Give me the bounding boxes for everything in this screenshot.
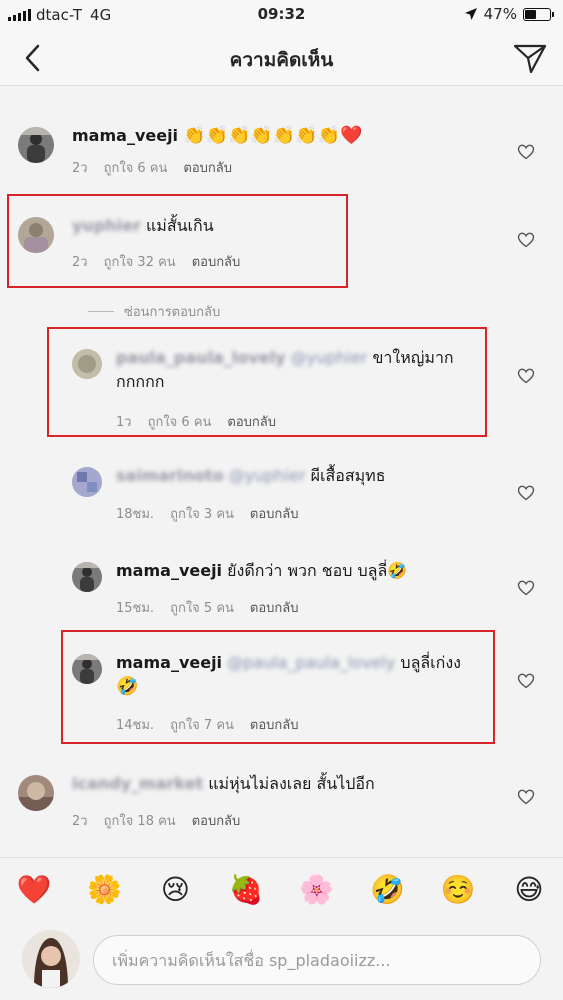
battery-icon (523, 7, 554, 21)
emoji-crying-button[interactable]: 😢 (155, 870, 195, 910)
comments-list[interactable]: mama_veeji 👏👏👏👏👏👏👏❤️ 2ว ถูกใจ 6 คน ตอบกล… (0, 87, 563, 857)
comment-item: icandy_market แม่หุ่นไม่ลงเลย สั้นไปอีก … (0, 757, 563, 857)
comment-meta: 15ชม. ถูกใจ 5 คน ตอบกลับ (116, 597, 299, 618)
comment-body: ผีเสื้อสมุทธ (310, 466, 386, 485)
avatar[interactable] (18, 775, 54, 811)
comment-likes[interactable]: ถูกใจ 18 คน (104, 810, 176, 831)
reply-item: mama_veeji ยังดีกว่า พวก ชอบ บลูลี่🤣 15ช… (0, 544, 563, 634)
reply-button[interactable]: ตอบกลับ (192, 810, 241, 831)
comment-text: mama_veeji 👏👏👏👏👏👏👏❤️ (72, 124, 362, 148)
emoji-blossom-button[interactable]: 🌸 (297, 870, 337, 910)
reply-item: saimarinoto @yuphier ผีเสื้อสมุทธ 18ชม. … (0, 449, 563, 544)
emoji-heart-button[interactable]: ❤️ (14, 870, 54, 910)
quick-emoji-bar: ❤️ 🌼 😢 🍓 🌸 🤣 ☺️ 😅 (14, 870, 549, 910)
mention-link[interactable]: @yuphier (229, 466, 306, 485)
page-title: ความคิดเห็น (229, 49, 334, 71)
comment-likes[interactable]: ถูกใจ 5 คน (170, 597, 234, 618)
heart-icon[interactable] (517, 367, 535, 385)
comment-time: 18ชม. (116, 507, 155, 522)
comment-time: 2ว (72, 161, 88, 176)
comment-likes[interactable]: ถูกใจ 6 คน (104, 157, 168, 178)
heart-icon[interactable] (517, 231, 535, 249)
battery-fill (525, 9, 537, 19)
comment-username[interactable]: mama_veeji (116, 561, 222, 580)
heart-icon[interactable] (517, 788, 535, 806)
heart-icon[interactable] (517, 672, 535, 690)
comment-body: ยังดีกว่า พวก ชอบ บลูลี่🤣 (227, 561, 408, 580)
emoji-sweat-smile-button[interactable]: 😅 (509, 870, 549, 910)
comment-input[interactable] (94, 936, 540, 984)
highlight-box (61, 630, 495, 744)
comment-username[interactable]: mama_veeji (72, 126, 178, 145)
comment-meta: 18ชม. ถูกใจ 3 คน ตอบกลับ (116, 503, 299, 524)
comment-text: mama_veeji ยังดีกว่า พวก ชอบ บลูลี่🤣 (116, 559, 407, 583)
emoji-smile-button[interactable]: ☺️ (438, 870, 478, 910)
heart-icon[interactable] (517, 143, 535, 161)
comment-meta: 2ว ถูกใจ 18 คน ตอบกลับ (72, 810, 240, 831)
comment-time: 15ชม. (116, 601, 155, 616)
header: ความคิดเห็น (0, 30, 563, 86)
comment-item: mama_veeji 👏👏👏👏👏👏👏❤️ 2ว ถูกใจ 6 คน ตอบกล… (0, 87, 563, 185)
comment-body: แม่หุ่นไม่ลงเลย สั้นไปอีก (208, 774, 375, 793)
reply-button[interactable]: ตอบกลับ (250, 503, 299, 524)
highlight-box (7, 194, 348, 288)
comment-body: 👏👏👏👏👏👏👏❤️ (183, 125, 363, 146)
status-bar: dtac-T 4G 09:32 47% (0, 0, 563, 30)
paper-plane-icon (513, 44, 547, 74)
avatar[interactable] (72, 467, 102, 497)
comment-text: icandy_market แม่หุ่นไม่ลงเลย สั้นไปอีก (72, 772, 375, 796)
share-button[interactable] (511, 40, 549, 76)
current-user-avatar (22, 930, 80, 988)
heart-icon[interactable] (517, 484, 535, 502)
hide-replies-button[interactable]: ซ่อนการตอบกลับ (88, 301, 220, 322)
heart-icon[interactable] (517, 579, 535, 597)
comment-username[interactable]: icandy_market (72, 774, 203, 793)
comment-likes[interactable]: ถูกใจ 3 คน (170, 503, 234, 524)
comment-time: 2ว (72, 814, 88, 829)
status-right: 47% (464, 5, 554, 23)
comment-input-wrapper (93, 935, 541, 985)
battery-percent: 47% (483, 5, 517, 23)
highlight-box (47, 327, 487, 437)
reply-button[interactable]: ตอบกลับ (183, 157, 232, 178)
comment-text: saimarinoto @yuphier ผีเสื้อสมุทธ (116, 464, 385, 488)
location-arrow-icon (464, 8, 477, 20)
comment-username[interactable]: saimarinoto (116, 466, 224, 485)
hide-replies-label: ซ่อนการตอบกลับ (124, 305, 221, 320)
emoji-strawberry-button[interactable]: 🍓 (226, 870, 266, 910)
emoji-rofl-button[interactable]: 🤣 (368, 870, 408, 910)
emoji-flower-button[interactable]: 🌼 (85, 870, 125, 910)
avatar[interactable] (18, 127, 54, 163)
comment-meta: 2ว ถูกใจ 6 คน ตอบกลับ (72, 157, 232, 178)
comment-composer: ❤️ 🌼 😢 🍓 🌸 🤣 ☺️ 😅 (0, 857, 563, 1000)
avatar[interactable] (72, 562, 102, 592)
reply-button[interactable]: ตอบกลับ (250, 597, 299, 618)
